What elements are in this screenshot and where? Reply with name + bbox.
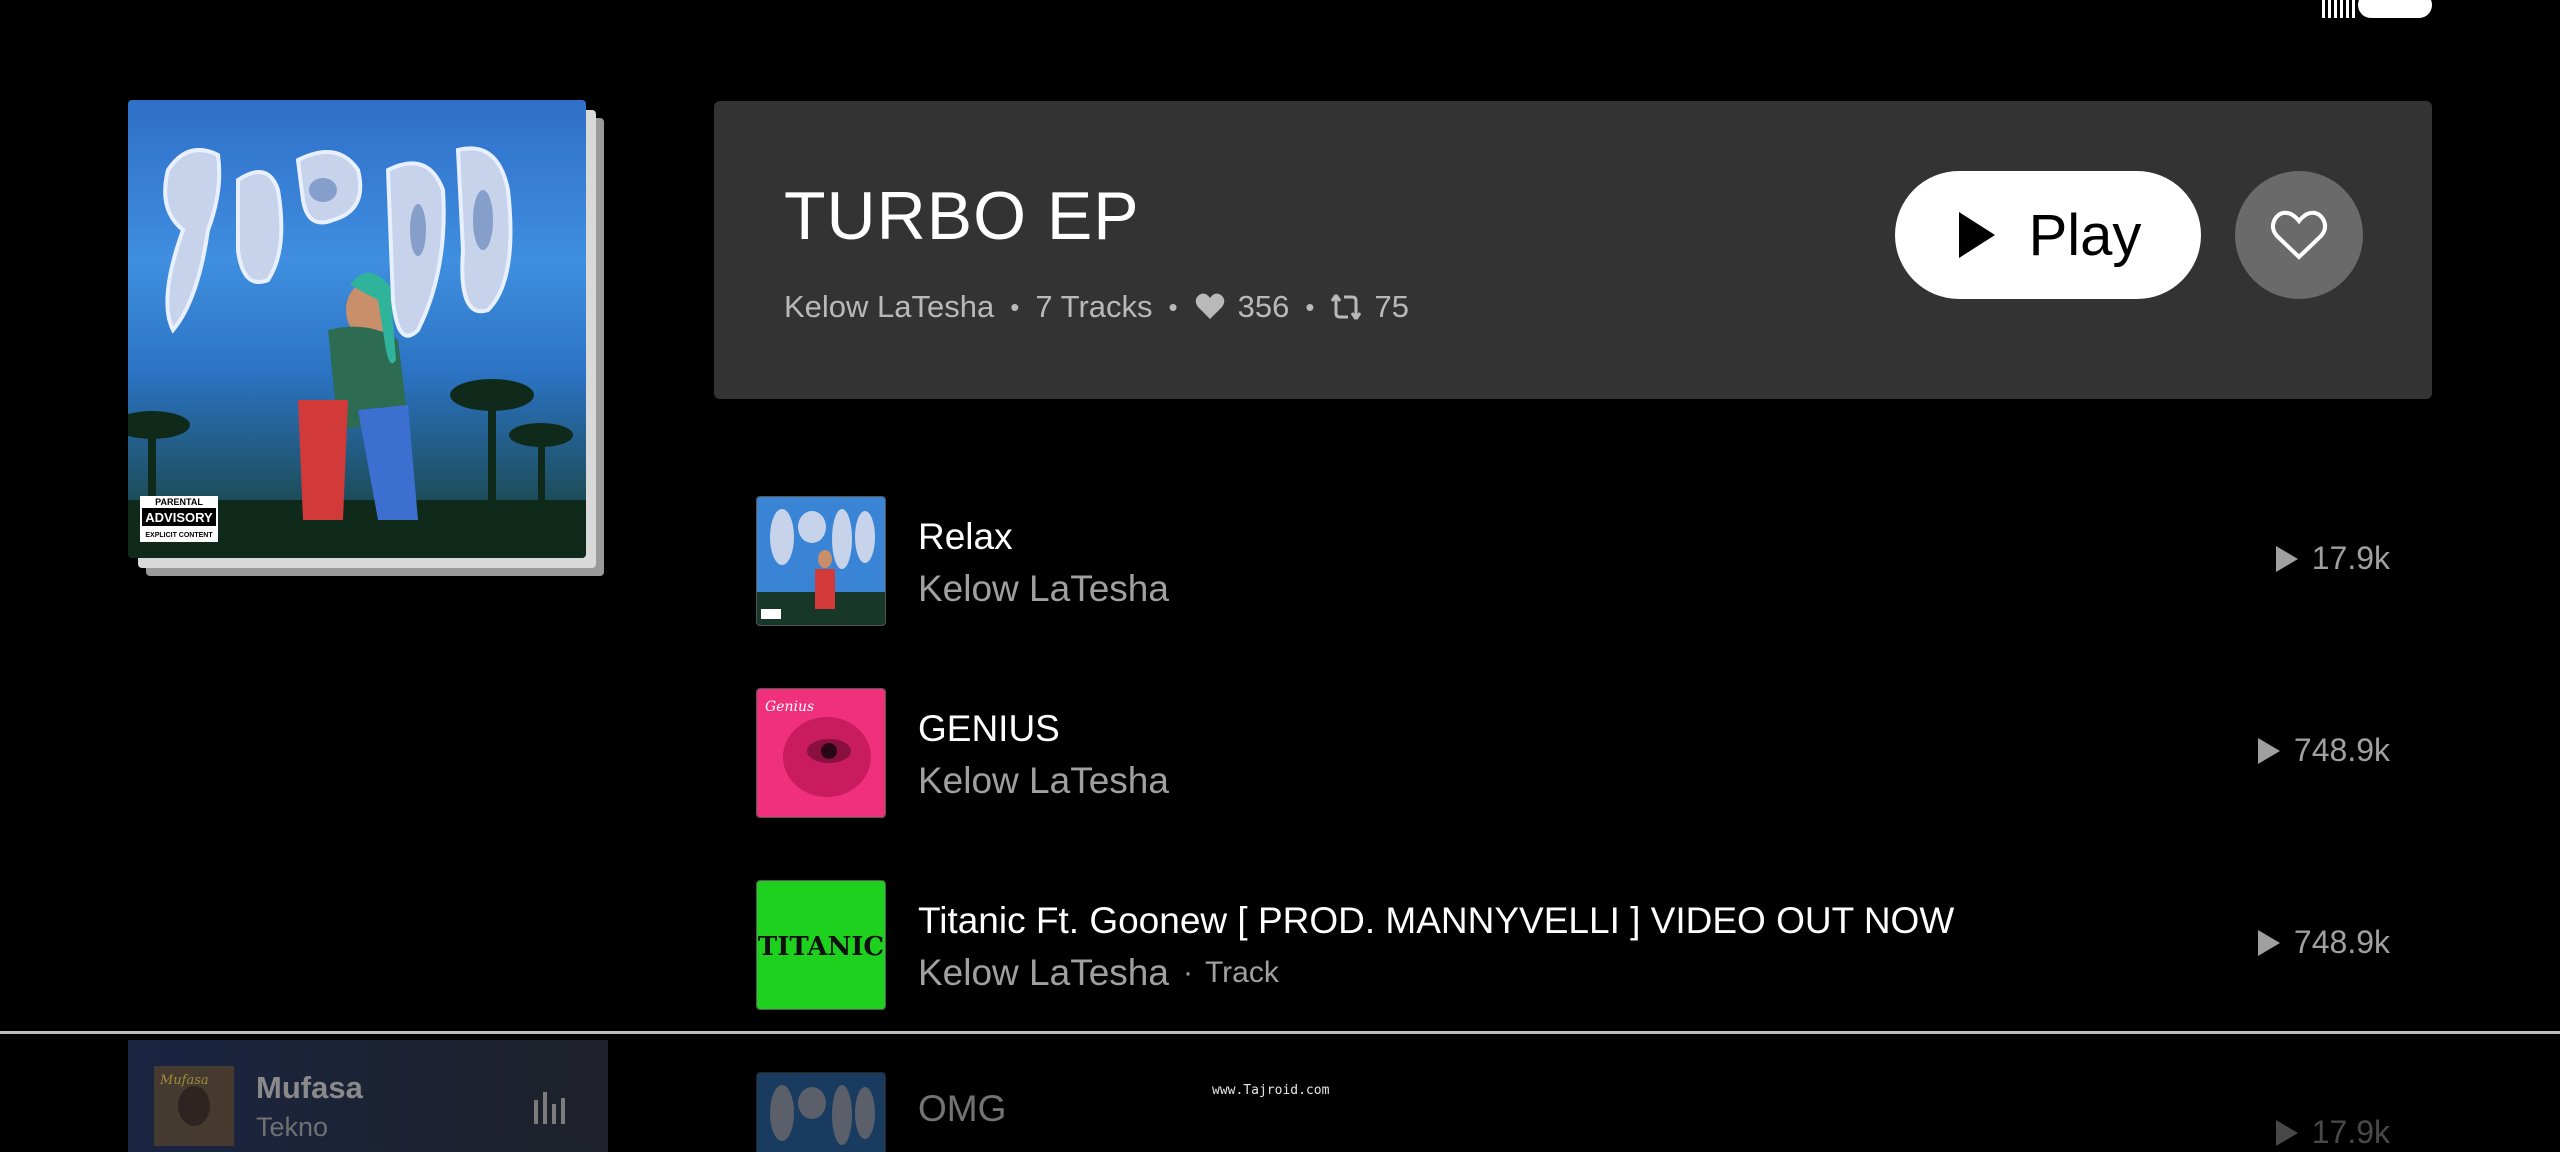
album-reposts-count: 75 <box>1374 289 1409 324</box>
track-plays: 17.9k <box>2274 1114 2390 1151</box>
track-thumbnail: TITANIC <box>756 880 886 1010</box>
now-playing-artist: Tekno <box>256 1112 329 1142</box>
soundcloud-logo-icon <box>2322 0 2432 18</box>
track-artist: Kelow LaTesha <box>918 952 1169 993</box>
track-plays-count: 17.9k <box>2311 1114 2390 1150</box>
heart-filled-icon <box>1195 293 1224 319</box>
titanic-thumb-text: TITANIC <box>758 932 884 962</box>
track-artist-row: Kelow LaTesha <box>918 568 1169 610</box>
album-meta-row: Kelow LaTesha • 7 Tracks • 356 • 75 <box>784 287 1409 327</box>
track-artist: Kelow LaTesha <box>918 568 1169 609</box>
album-artwork: PARENTAL ADVISORY EXPLICIT CONTENT <box>128 100 608 580</box>
track-plays-count: 748.9k <box>2293 732 2390 768</box>
track-type-label: Track <box>1183 956 1279 990</box>
play-count-icon <box>2257 929 2280 956</box>
track-artist: Kelow LaTesha <box>918 760 1169 801</box>
album-header-card: TURBO EP Kelow LaTesha • 7 Tracks • 356 … <box>714 101 2432 399</box>
track-thumbnail: Genius <box>756 688 886 818</box>
like-button[interactable] <box>2235 171 2363 299</box>
watermark-text: www.Tajroid.com <box>1212 1083 1330 1098</box>
track-plays: 748.9k <box>2256 924 2390 961</box>
heart-outline-icon <box>2270 210 2328 260</box>
repost-icon <box>1331 294 1362 320</box>
equalizer-icon <box>534 1092 565 1124</box>
track-title: OMG <box>918 1088 1007 1129</box>
track-row[interactable]: Relax Kelow LaTesha 17.9k <box>756 496 2412 626</box>
advisory-line3: EXPLICIT CONTENT <box>145 532 213 539</box>
play-count-icon <box>2275 545 2298 572</box>
album-cover: PARENTAL ADVISORY EXPLICIT CONTENT <box>128 100 586 558</box>
play-button[interactable]: Play <box>1895 171 2201 299</box>
now-playing-title: Mufasa <box>256 1070 363 1105</box>
separator-dot: • <box>1010 291 1020 322</box>
track-title: Titanic Ft. Goonew [ PROD. MANNYVELLI ] … <box>918 900 1955 941</box>
track-title: GENIUS <box>918 708 1060 749</box>
play-count-icon <box>2275 1119 2298 1146</box>
play-button-label: Play <box>2028 202 2142 268</box>
advisory-line2: ADVISORY <box>145 510 213 525</box>
app-root: PARENTAL ADVISORY EXPLICIT CONTENT TURBO… <box>0 0 2560 1152</box>
separator-dot: • <box>1168 291 1178 322</box>
now-playing-thumbnail: Mufasa <box>154 1066 234 1146</box>
album-artist[interactable]: Kelow LaTesha <box>784 289 994 325</box>
track-plays-count: 17.9k <box>2311 540 2390 576</box>
genius-thumb-text: Genius <box>765 699 814 715</box>
track-thumbnail <box>756 1072 886 1152</box>
track-artist-row: Kelow LaTesha <box>918 760 1169 802</box>
track-thumbnail <box>756 496 886 626</box>
track-artist-row: Kelow LaTesha Track <box>918 952 1279 994</box>
album-title: TURBO EP <box>784 178 1140 254</box>
track-row[interactable]: Genius GENIUS Kelow LaTesha 748.9k <box>756 688 2412 818</box>
track-title: Relax <box>918 516 1013 557</box>
track-plays: 748.9k <box>2256 732 2390 769</box>
now-playing-bar[interactable]: Mufasa Mufasa Tekno <box>128 1040 608 1152</box>
track-row[interactable]: OMG 17.9k <box>756 1072 2412 1152</box>
play-icon <box>1958 212 1995 258</box>
separator-dot: • <box>1305 291 1315 322</box>
album-track-count: 7 Tracks <box>1035 289 1153 324</box>
play-count-icon <box>2257 737 2280 764</box>
now-playing-thumb-text: Mufasa <box>159 1073 209 1088</box>
advisory-line1: PARENTAL <box>155 497 203 507</box>
track-plays: 17.9k <box>2274 540 2390 577</box>
track-plays-count: 748.9k <box>2293 924 2390 960</box>
album-likes-count: 356 <box>1237 289 1290 324</box>
now-playing-divider <box>0 1031 2560 1034</box>
track-row[interactable]: TITANIC Titanic Ft. Goonew [ PROD. MANNY… <box>756 880 2412 1010</box>
